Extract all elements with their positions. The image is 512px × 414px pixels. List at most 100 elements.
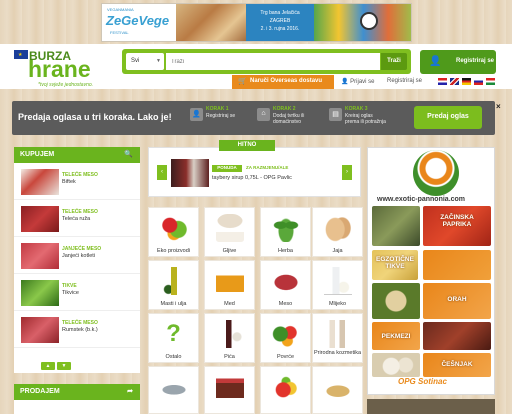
category-label: Masti i ulja: [160, 301, 187, 307]
jar-icon: [215, 373, 244, 401]
oil-bottle-icon: [159, 267, 188, 295]
search-input[interactable]: [166, 53, 380, 70]
selling-panel-title: PRODAJEM: [20, 388, 60, 395]
category-meat[interactable]: Meso: [260, 260, 311, 310]
category-label: Eko proizvodi: [156, 248, 191, 254]
ad-brand-small: VEGANMANIA: [107, 7, 134, 12]
register-button[interactable]: 👤 Registriraj se: [420, 50, 496, 74]
herb-leaf-icon: [271, 214, 300, 242]
flag-hu-icon[interactable]: [486, 78, 495, 85]
house-icon: ⌂: [257, 108, 270, 121]
ad-url[interactable]: www.exotic-pannonia.com: [377, 196, 465, 203]
eco-produce-icon: [159, 214, 188, 242]
ad-garlic-image: [372, 353, 420, 377]
post-ad-button[interactable]: Predaj oglas: [414, 106, 482, 129]
urgent-offer-title[interactable]: taybery sirup 0,75L - OPG Pavlic: [212, 175, 292, 181]
scroll-down-button[interactable]: ▼: [57, 362, 71, 370]
category-label: Mlijeko: [328, 301, 347, 307]
item-thumbnail: [21, 206, 59, 232]
carousel-next-button[interactable]: ›: [342, 165, 352, 180]
category-preserves[interactable]: [204, 366, 255, 414]
category-oils[interactable]: Masti i ulja: [148, 260, 199, 310]
user-icon: 👤: [341, 79, 349, 85]
register-link[interactable]: Registriraj se: [387, 78, 422, 84]
overseas-delivery-button[interactable]: 🛒 Naruči Overseas dostavu: [232, 75, 334, 89]
fruit-icon: [271, 373, 300, 401]
close-icon[interactable]: ×: [496, 102, 501, 111]
flag-de-icon[interactable]: [462, 78, 471, 85]
item-name: Tikvice: [62, 290, 79, 296]
overseas-button-label: Naruči Overseas dostavu: [250, 78, 323, 84]
scroll-up-button[interactable]: ▲: [41, 362, 55, 370]
buying-list: TELEĆE MESO Biftek TELEĆE MESO Teleća ru…: [14, 163, 140, 359]
list-item[interactable]: TELEĆE MESO Biftek: [14, 163, 140, 200]
ad-label: ORAH: [447, 296, 467, 303]
selling-list: [14, 400, 140, 414]
category-label: Gljive: [222, 248, 237, 254]
category-mushrooms[interactable]: Gljive: [204, 207, 255, 257]
step-text-line: prema ili potražnja: [345, 119, 386, 125]
logo-tagline: *tvoj svježe jednostavno.: [38, 82, 94, 88]
category-other[interactable]: ? Ostalo: [148, 313, 199, 363]
buying-panel-header[interactable]: KUPUJEM 🔍: [14, 147, 140, 163]
buying-panel-title: KUPUJEM: [20, 151, 55, 158]
flag-sl-icon[interactable]: [474, 78, 483, 85]
buying-list-nav: ▲ ▼: [14, 359, 140, 373]
fish-icon: [159, 373, 188, 401]
category-drinks[interactable]: Pića: [204, 313, 255, 363]
item-thumbnail: [21, 280, 59, 306]
carousel-prev-button[interactable]: ‹: [157, 165, 167, 180]
ad-food-image: [176, 4, 246, 41]
category-honey[interactable]: Med: [204, 260, 255, 310]
urgent-offer-image[interactable]: [171, 159, 209, 187]
list-item[interactable]: TELEĆE MESO Teleća ruža: [14, 200, 140, 237]
festival-ad-banner[interactable]: VEGANMANIA ZeGeVege FESTIVAL Trg bana Je…: [101, 3, 412, 42]
user-icon: 👤: [190, 108, 203, 121]
selling-panel-header[interactable]: PRODAJEM ➦: [14, 384, 140, 400]
secondary-ad[interactable]: [367, 399, 495, 414]
category-label: Med: [224, 301, 235, 307]
search-icon[interactable]: 🔍: [124, 150, 133, 158]
search-button[interactable]: Traži: [381, 53, 407, 70]
item-name: Janjeći kotleti: [62, 253, 96, 259]
list-item[interactable]: TELEĆE MESO Rumstek (b.k.): [14, 311, 140, 348]
item-name: Rumstek (b.k.): [62, 327, 98, 333]
ad-mascot-icon: [360, 12, 378, 30]
category-label: Meso: [278, 301, 293, 307]
search-category-select[interactable]: Svi ▼: [126, 53, 164, 70]
category-cosmetics[interactable]: Prirodna kozmetika: [312, 313, 363, 363]
item-category: TELEĆE MESO: [62, 320, 98, 326]
ad-field-image: [372, 206, 420, 246]
list-item[interactable]: JANJEĆE MESO Janjeći kotleti: [14, 237, 140, 274]
flag-en-icon[interactable]: [450, 78, 459, 85]
ad-brand-sub: FESTIVAL: [110, 30, 129, 35]
item-thumbnail: [21, 243, 59, 269]
category-vegetables[interactable]: Povrće: [260, 313, 311, 363]
category-eggs[interactable]: Jaja: [312, 207, 363, 257]
honey-jar-icon: [215, 267, 244, 295]
category-herbs[interactable]: Herba: [260, 207, 311, 257]
logo-text-main[interactable]: hrane: [28, 58, 91, 81]
meat-icon: [271, 267, 300, 295]
step-text-line: domaćinstvo: [273, 119, 302, 125]
user-add-icon: 👤: [429, 56, 442, 67]
category-fruit[interactable]: [260, 366, 311, 414]
item-thumbnail: [21, 169, 59, 195]
step-label: KORAK 1: [206, 106, 229, 112]
category-fish[interactable]: [148, 366, 199, 414]
steps-title: Predaja oglasa u tri koraka. Lako je!: [18, 112, 172, 122]
flag-hr-icon[interactable]: [438, 78, 447, 85]
share-arrow-icon[interactable]: ➦: [127, 387, 133, 395]
step-label: KORAK 3: [345, 106, 368, 112]
step-text: Kreiraj oglas prema ili potražnja: [345, 113, 386, 125]
ad-label: ČEŠNJAK: [441, 361, 473, 368]
ad-label: EGZOTIČNE TIKVE: [376, 256, 414, 270]
egg-icon: [323, 214, 352, 242]
list-item[interactable]: TIKVE Tikvice: [14, 274, 140, 311]
category-grains[interactable]: [312, 366, 363, 414]
category-eco[interactable]: Eko proizvodi: [148, 207, 199, 257]
ad-city: ZAGREB: [269, 18, 291, 24]
question-mark-icon: ?: [166, 320, 181, 347]
category-milk[interactable]: Mlijeko: [312, 260, 363, 310]
login-link[interactable]: 👤 Prijavi se: [341, 78, 375, 85]
